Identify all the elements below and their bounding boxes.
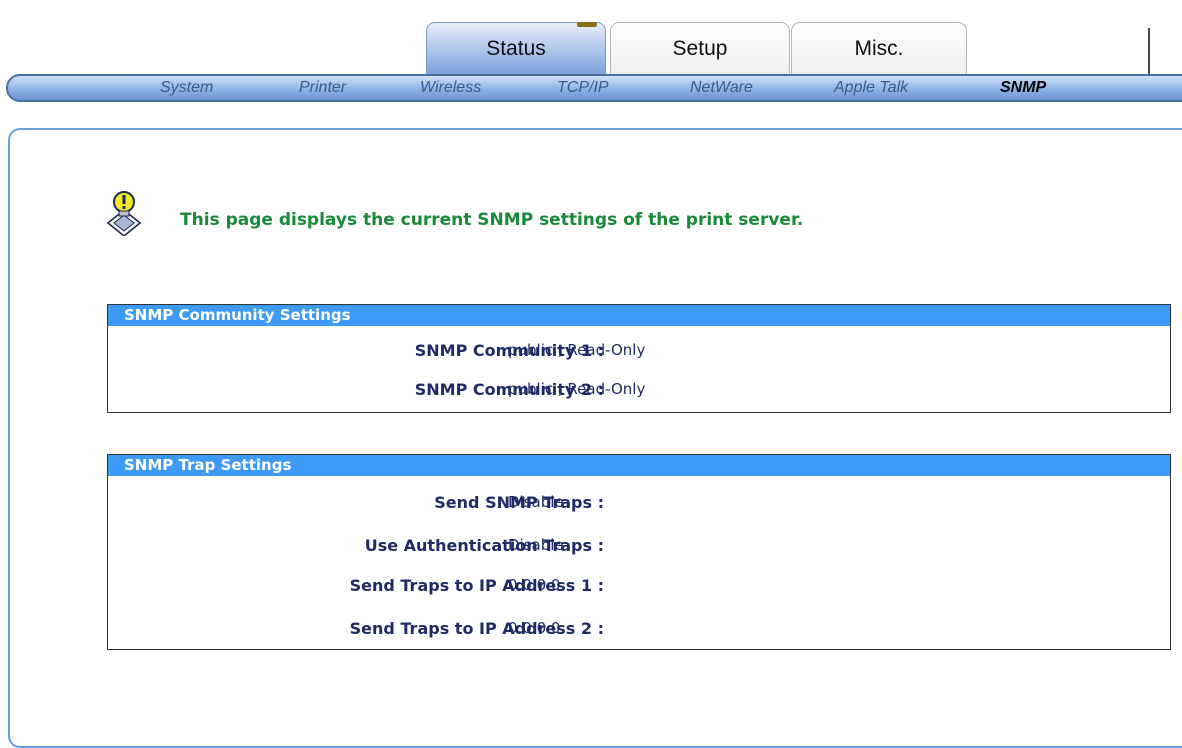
trap-ip-2-value: 0.0.0.0 <box>508 619 561 637</box>
subnav-item-netware[interactable]: NetWare <box>690 79 753 97</box>
subnav-item-printer[interactable]: Printer <box>299 79 346 97</box>
subnav-item-snmp[interactable]: SNMP <box>1000 79 1046 97</box>
trap-settings-header: SNMP Trap Settings <box>108 455 1170 476</box>
trap-ip-1-value: 0.0.0.0 <box>508 576 561 594</box>
send-snmp-traps-value: Disable <box>508 493 564 511</box>
trap-ip-1-label: Send Traps to IP Address 1 : <box>349 576 604 595</box>
community-2-value: public , Read-Only <box>508 380 646 398</box>
settings-row: SNMP Community 1 : public , Read-Only <box>108 341 1170 363</box>
tab-misc-label: Misc. <box>854 37 904 60</box>
community-settings-group: SNMP Community Settings SNMP Community 1… <box>107 304 1171 413</box>
auth-traps-value: Disable <box>508 536 564 554</box>
settings-row: SNMP Community 2 : public , Read-Only <box>108 380 1170 402</box>
tab-setup-label: Setup <box>672 37 728 60</box>
settings-row: Send Traps to IP Address 1 : 0.0.0.0 <box>108 576 1170 598</box>
trap-settings-group: SNMP Trap Settings Send SNMP Traps : Dis… <box>107 454 1171 650</box>
tab-setup[interactable]: Setup <box>610 22 790 74</box>
subnav-item-wireless[interactable]: Wireless <box>420 79 481 97</box>
settings-row: Send SNMP Traps : Disable <box>108 493 1170 515</box>
community-settings-header: SNMP Community Settings <box>108 305 1170 326</box>
lightbulb-hint-icon <box>106 191 142 236</box>
subnav-item-tcpip[interactable]: TCP/IP <box>557 79 609 97</box>
trap-ip-2-label: Send Traps to IP Address 2 : <box>349 619 604 638</box>
settings-row: Send Traps to IP Address 2 : 0.0.0.0 <box>108 619 1170 641</box>
auth-traps-label: Use Authentication Traps : <box>364 536 604 555</box>
settings-row: Use Authentication Traps : Disable <box>108 536 1170 558</box>
tab-status[interactable]: Status <box>426 22 606 74</box>
tab-misc[interactable]: Misc. <box>791 22 967 74</box>
header-divider <box>1148 28 1150 74</box>
page-description: This page displays the current SNMP sett… <box>180 210 804 230</box>
tab-ornament <box>577 22 597 27</box>
tab-status-label: Status <box>486 37 546 60</box>
subnav-item-appletalk[interactable]: Apple Talk <box>834 79 908 97</box>
community-1-value: public , Read-Only <box>508 341 646 359</box>
subnav-bar: System Printer Wireless TCP/IP NetWare A… <box>6 74 1182 102</box>
subnav-item-system[interactable]: System <box>160 79 213 97</box>
main-tabs: Status Setup Misc. <box>425 22 1182 76</box>
